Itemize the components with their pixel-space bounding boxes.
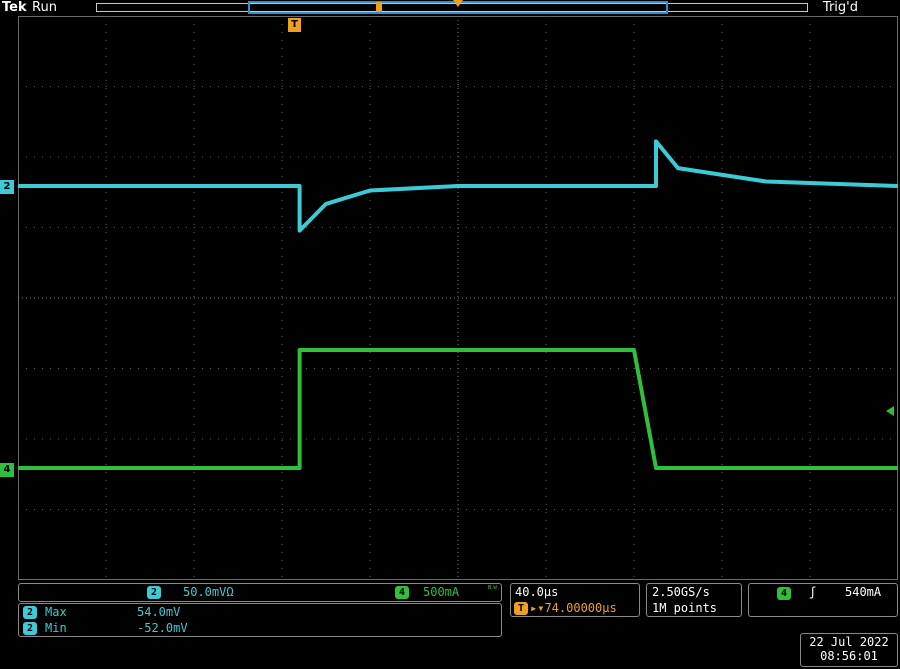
record-trigger-marker bbox=[376, 2, 382, 12]
meas-value: 54.0mV bbox=[137, 605, 181, 619]
datetime-readout: 22 Jul 2022 08:56:01 bbox=[800, 633, 898, 667]
meas-name: Min bbox=[45, 621, 67, 635]
graticule-grid bbox=[18, 16, 898, 580]
trigger-position-arrow-icon bbox=[453, 0, 463, 7]
meas-badge: 2 bbox=[23, 606, 37, 619]
bandwidth-limit-icon: ᴮᵂ bbox=[487, 585, 498, 595]
trigger-level-arrow-icon[interactable] bbox=[886, 406, 894, 416]
time: 08:56:01 bbox=[820, 649, 878, 663]
date: 22 Jul 2022 bbox=[809, 635, 889, 649]
delay-icon: T bbox=[514, 602, 528, 615]
time-per-div: 40.0µs bbox=[515, 585, 559, 599]
acquisition-state[interactable]: Run bbox=[32, 0, 57, 15]
meas-name: Max bbox=[45, 605, 67, 619]
ch2-waveform bbox=[18, 139, 898, 233]
horizontal-delay: ▸▾74.00000µs bbox=[530, 601, 617, 615]
ch4-scale-badge: 4 bbox=[395, 586, 409, 599]
meas-badge: 2 bbox=[23, 622, 37, 635]
sample-rate: 2.50GS/s bbox=[652, 585, 710, 599]
measurements-readout[interactable]: 2 Max 54.0mV 2 Min -52.0mV bbox=[18, 603, 502, 637]
trigger-level: 540mA bbox=[845, 585, 882, 599]
vertical-scale-readout[interactable]: 2 50.0mVΩ 4 500mA ᴮᵂ bbox=[18, 583, 502, 602]
ch4-waveform bbox=[18, 348, 898, 470]
timebase-readout[interactable]: 40.0µs T ▸▾74.00000µs bbox=[510, 583, 640, 617]
meas-value: -52.0mV bbox=[137, 621, 188, 635]
ch2-scale-badge: 2 bbox=[147, 586, 161, 599]
waveform-display[interactable] bbox=[18, 16, 898, 580]
brand-logo: Tek bbox=[2, 0, 27, 15]
rising-edge-icon: ʃ bbox=[809, 585, 817, 599]
record-length: 1M points bbox=[652, 601, 718, 615]
ch4-ground-marker[interactable]: 4 bbox=[0, 463, 14, 477]
ch4-scale-value: 500mA bbox=[423, 585, 460, 599]
ch2-ground-marker[interactable]: 2 bbox=[0, 180, 14, 194]
trigger-source-badge: 4 bbox=[777, 587, 791, 600]
status-bar: Tek Run Trig'd bbox=[0, 0, 900, 16]
acquisition-readout[interactable]: 2.50GS/s 1M points bbox=[646, 583, 742, 617]
trigger-readout[interactable]: 4 ʃ 540mA bbox=[748, 583, 898, 617]
ch2-scale-value: 50.0mVΩ bbox=[183, 585, 234, 599]
trigger-status: Trig'd bbox=[822, 0, 858, 15]
